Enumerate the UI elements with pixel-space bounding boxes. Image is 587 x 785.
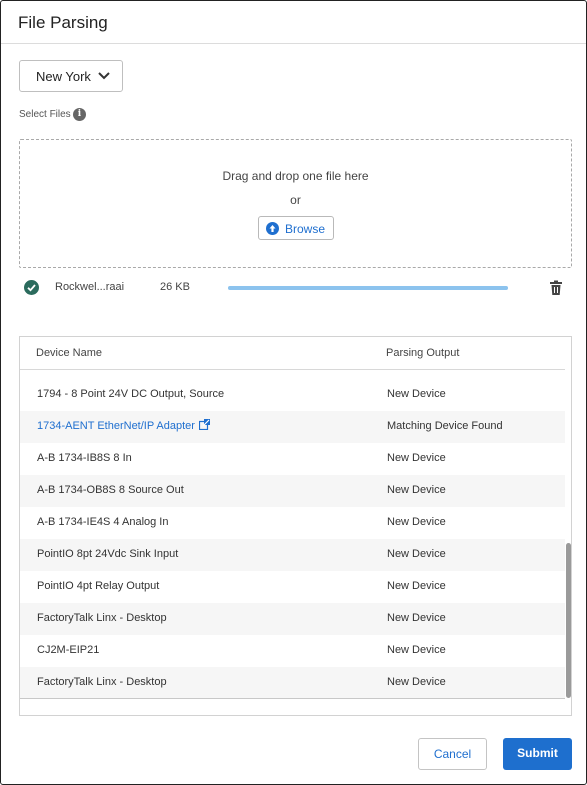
table-row: 1794 - 8 Point 24V DC Output, Source New … bbox=[20, 379, 565, 411]
device-name-cell: A-B 1734-IB8S 8 In bbox=[37, 452, 132, 464]
file-dropzone[interactable]: Drag and drop one file here or Browse bbox=[19, 139, 572, 268]
parsing-output-cell: New Device bbox=[387, 388, 446, 400]
upload-progress-bar bbox=[228, 286, 508, 290]
dialog-header: File Parsing bbox=[1, 1, 586, 44]
table-header: Device Name Parsing Output bbox=[20, 337, 565, 370]
browse-label: Browse bbox=[285, 222, 326, 236]
table-body: 1794 - 8 Point 24V DC Output, Source New … bbox=[20, 379, 565, 699]
location-select[interactable]: New York bbox=[19, 60, 123, 92]
table-row: PointIO 4pt Relay Output New Device bbox=[20, 571, 565, 603]
dialog-title: File Parsing bbox=[18, 13, 108, 32]
table-scrollbar[interactable] bbox=[565, 337, 571, 715]
submit-button[interactable]: Submit bbox=[503, 738, 572, 770]
browse-button[interactable]: Browse bbox=[258, 216, 334, 240]
device-name-cell: FactoryTalk Linx - Desktop bbox=[37, 612, 167, 624]
external-link-icon[interactable] bbox=[199, 419, 210, 430]
device-name-link[interactable]: 1734-AENT EtherNet/IP Adapter bbox=[37, 420, 195, 432]
cancel-button[interactable]: Cancel bbox=[418, 738, 487, 770]
device-name-cell: FactoryTalk Linx - Desktop bbox=[37, 676, 167, 688]
table-footer-divider bbox=[20, 698, 565, 699]
parsing-output-cell: New Device bbox=[387, 676, 446, 688]
device-name-cell: CJ2M-EIP21 bbox=[37, 644, 100, 656]
info-icon[interactable]: i bbox=[73, 108, 86, 121]
table-row: FactoryTalk Linx - Desktop New Device bbox=[20, 603, 565, 635]
device-name-cell: 1794 - 8 Point 24V DC Output, Source bbox=[37, 388, 225, 400]
parsing-output-cell: New Device bbox=[387, 484, 446, 496]
table-row: 1734-AENT EtherNet/IP Adapter Matching De… bbox=[20, 411, 565, 443]
device-name-cell: PointIO 8pt 24Vdc Sink Input bbox=[37, 548, 179, 560]
parsing-output-cell: New Device bbox=[387, 516, 446, 528]
parsing-output-cell: New Device bbox=[387, 452, 446, 464]
file-name: Rockwel...raai bbox=[55, 281, 125, 293]
device-name-cell: A-B 1734-IE4S 4 Analog In bbox=[37, 516, 169, 528]
parsing-results-table: Device Name Parsing Output 1794 - 8 Poin… bbox=[19, 336, 572, 716]
dropzone-or: or bbox=[290, 193, 301, 207]
file-parsing-dialog: File Parsing New York Select Files i Dra… bbox=[0, 0, 587, 785]
parsing-output-cell: New Device bbox=[387, 612, 446, 624]
upload-progress-fill bbox=[228, 286, 508, 290]
device-name-cell: PointIO 4pt Relay Output bbox=[37, 580, 160, 592]
device-name-cell: A-B 1734-OB8S 8 Source Out bbox=[37, 484, 184, 496]
parsing-output-cell: New Device bbox=[387, 580, 446, 592]
chevron-down-icon bbox=[98, 72, 110, 80]
table-row: A-B 1734-IB8S 8 In New Device bbox=[20, 443, 565, 475]
table-row: FactoryTalk Linx - Desktop New Device bbox=[20, 667, 565, 699]
upload-icon bbox=[266, 222, 279, 235]
file-size: 26 KB bbox=[160, 281, 190, 293]
submit-button-label: Submit bbox=[517, 746, 558, 760]
table-row: PointIO 8pt 24Vdc Sink Input New Device bbox=[20, 539, 565, 571]
column-header-device-name[interactable]: Device Name bbox=[36, 347, 102, 359]
table-row: A-B 1734-IE4S 4 Analog In New Device bbox=[20, 507, 565, 539]
scrollbar-thumb[interactable] bbox=[566, 543, 571, 698]
parsing-output-cell: Matching Device Found bbox=[387, 420, 503, 432]
dropzone-instruction: Drag and drop one file here bbox=[222, 169, 369, 183]
column-header-parsing-output[interactable]: Parsing Output bbox=[386, 347, 459, 359]
parsing-output-cell: New Device bbox=[387, 548, 446, 560]
cancel-button-label: Cancel bbox=[433, 747, 472, 761]
table-row: A-B 1734-OB8S 8 Source Out New Device bbox=[20, 475, 565, 507]
parsing-output-cell: New Device bbox=[387, 644, 446, 656]
check-circle-icon bbox=[24, 280, 39, 295]
select-files-label: Select Files bbox=[19, 109, 71, 120]
uploaded-file-row: Rockwel...raai 26 KB bbox=[19, 277, 572, 299]
table-row: CJ2M-EIP21 New Device bbox=[20, 635, 565, 667]
location-select-value: New York bbox=[36, 69, 91, 84]
trash-icon[interactable] bbox=[549, 280, 563, 296]
